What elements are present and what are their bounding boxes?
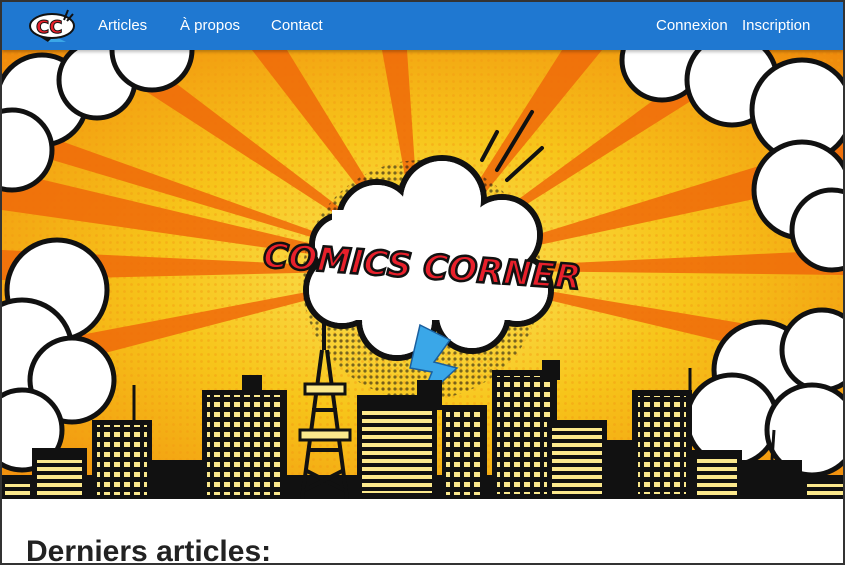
hero-banner: COMICS CORNER (2, 50, 843, 499)
browser-viewport: CC Articles À propos Contact Connexion I… (0, 0, 845, 565)
logo-letters: CC (36, 17, 62, 38)
nav-about-link[interactable]: À propos (180, 17, 240, 34)
latest-articles-heading: Derniers articles: (26, 535, 272, 565)
nav-articles-link[interactable]: Articles (98, 17, 147, 34)
nav-signup-link[interactable]: Inscription (742, 17, 810, 34)
nav-login-link[interactable]: Connexion (656, 17, 728, 34)
top-navbar: CC Articles À propos Contact Connexion I… (2, 2, 843, 50)
comics-corner-logo-icon: CC (29, 9, 75, 42)
site-logo[interactable]: CC (24, 6, 78, 46)
hero-banner-illustration: COMICS CORNER (2, 50, 843, 499)
nav-contact-link[interactable]: Contact (271, 17, 323, 34)
main-content: Derniers articles: (2, 499, 843, 563)
